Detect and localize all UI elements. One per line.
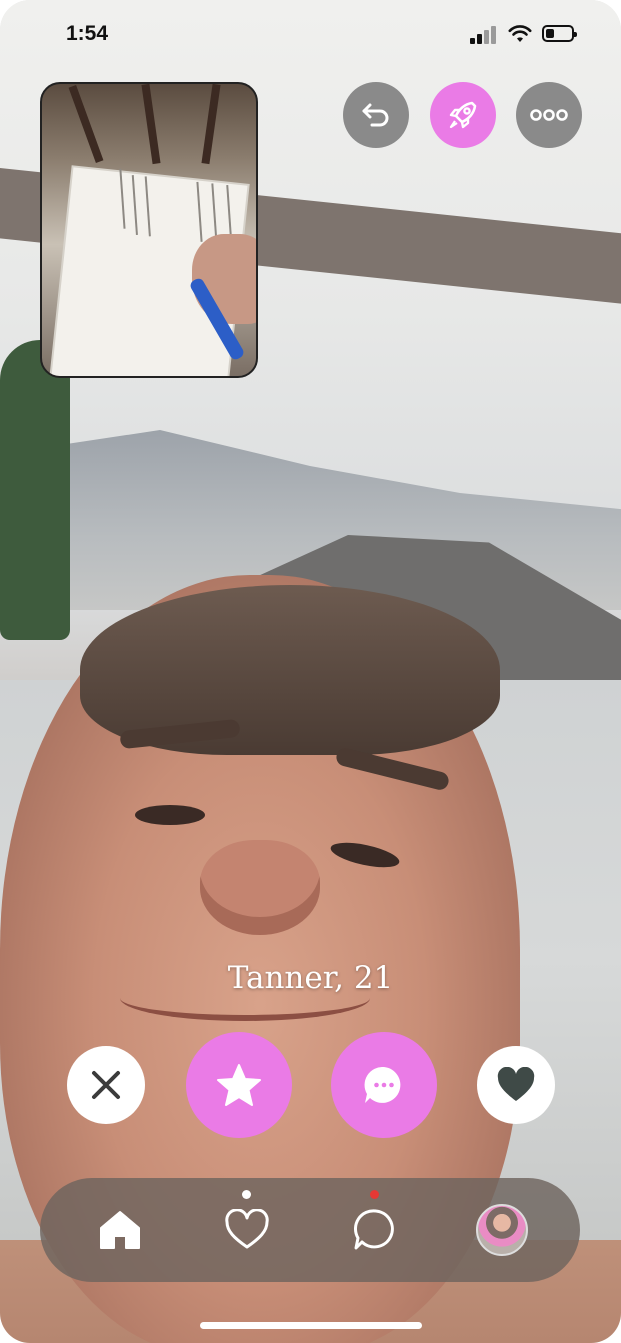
photo-eye-left [135, 805, 205, 825]
tab-profile[interactable] [462, 1178, 542, 1282]
messages-notification-dot [370, 1190, 379, 1199]
cellular-signal-icon [470, 26, 498, 44]
star-icon [217, 1064, 261, 1106]
battery-icon [542, 25, 577, 42]
ellipsis-icon [530, 109, 568, 121]
like-button[interactable] [477, 1046, 555, 1124]
photo-nose [200, 840, 320, 935]
likes-indicator-dot [242, 1190, 251, 1199]
heart-outline-icon [225, 1209, 269, 1249]
wifi-icon [508, 25, 532, 42]
rocket-icon [449, 101, 477, 129]
tab-home[interactable] [80, 1178, 160, 1282]
heart-icon [497, 1067, 535, 1101]
status-bar: 1:54 [0, 0, 621, 70]
home-icon [100, 1211, 140, 1249]
bottom-tab-bar [40, 1178, 580, 1282]
pass-button[interactable] [67, 1046, 145, 1124]
close-x-icon [92, 1071, 120, 1099]
avatar [476, 1204, 528, 1256]
send-message-button[interactable] [331, 1032, 437, 1138]
profile-card-screen: 1:54 Tanner, 21 [0, 0, 621, 1343]
boost-button[interactable] [430, 82, 496, 148]
undo-button[interactable] [343, 82, 409, 148]
chat-bubble-icon [364, 1066, 401, 1103]
more-options-button[interactable] [516, 82, 582, 148]
chat-outline-icon [353, 1209, 394, 1250]
tab-messages[interactable] [335, 1178, 415, 1282]
tab-likes[interactable] [207, 1178, 287, 1282]
undo-arrow-icon [362, 103, 389, 127]
home-indicator[interactable] [200, 1322, 422, 1329]
super-like-button[interactable] [186, 1032, 292, 1138]
status-time: 1:54 [66, 22, 109, 45]
secondary-photo-thumbnail[interactable] [40, 82, 258, 378]
photo-tree [0, 340, 70, 640]
profile-name-age: Tanner, 21 [227, 960, 394, 996]
